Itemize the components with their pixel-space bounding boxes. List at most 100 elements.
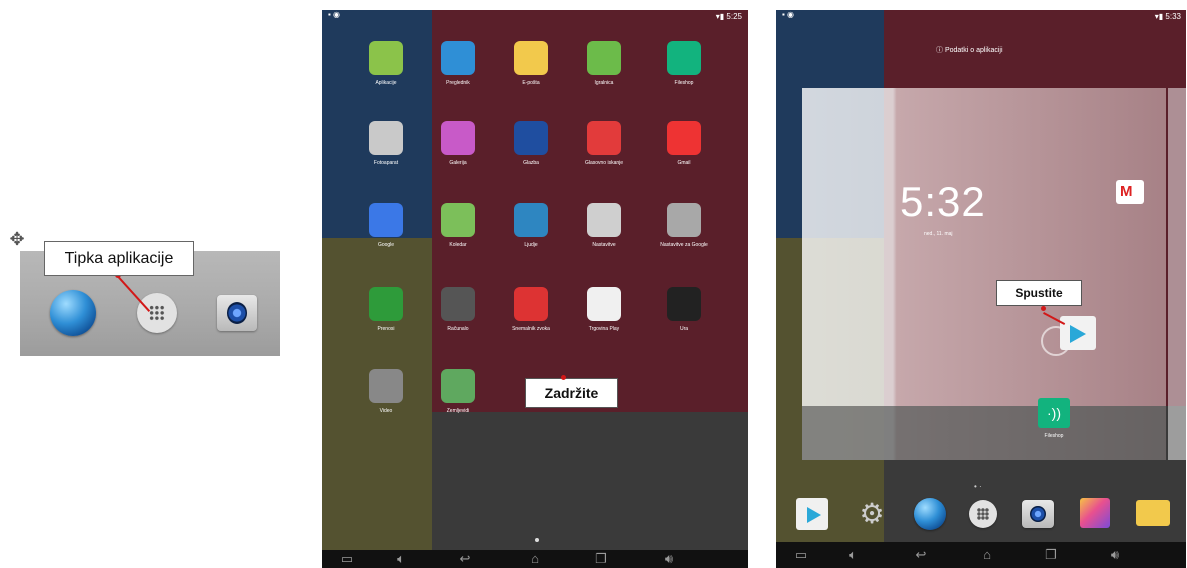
volume-down-icon[interactable]: 🔈︎ [386, 551, 416, 567]
home-screen-edit: ▪ ◉ ▾▮ 5:33 ⓘ Podatki o aplikaciji 5:32 … [776, 10, 1186, 568]
callout-dot [561, 375, 566, 380]
settings-icon[interactable] [587, 203, 621, 237]
status-time: ▾▮ 5:25 [715, 12, 742, 21]
app-label: Aplikacije [375, 80, 397, 86]
android-icon[interactable] [369, 41, 403, 75]
mic-icon[interactable] [587, 121, 621, 155]
app-label: Snemalnik zvoka [512, 326, 550, 332]
callout-dot [1041, 306, 1046, 311]
app-label: Trgovina Play [588, 326, 620, 332]
gmail-icon[interactable] [667, 121, 701, 155]
info-icon: ⓘ [936, 47, 943, 54]
clock-icon[interactable] [667, 287, 701, 321]
globe-icon[interactable] [914, 498, 946, 530]
apps-icon[interactable] [969, 500, 997, 528]
status-time: ▾▮ 5:33 [1154, 12, 1181, 21]
preview-bottom [802, 406, 1166, 460]
back-icon[interactable]: ↩ [450, 551, 480, 567]
page-indicator [535, 538, 539, 542]
app-label: Računalo [447, 326, 469, 332]
app-label: E-pošta [522, 80, 540, 86]
app-label: Gmail [677, 160, 691, 166]
play-store-icon[interactable] [1060, 316, 1096, 350]
next-page-preview [1168, 88, 1186, 460]
callout-apps-button: Tipka aplikacije [44, 241, 194, 276]
camera-icon[interactable] [217, 295, 257, 331]
volume-down-icon[interactable]: 🔈︎ [838, 547, 868, 563]
home-page-preview [802, 88, 1166, 460]
app-label: Prenosi [377, 326, 395, 332]
play-triangle [807, 507, 821, 523]
clapper-icon[interactable] [369, 369, 403, 403]
fileshop-label: Fileshop [1044, 433, 1064, 439]
notification-icons: ▪ ◉ [782, 10, 795, 19]
app-label: Ljudje [524, 242, 538, 248]
wifi-icon: ▾▮ [715, 12, 725, 21]
app-label: Galerija [449, 160, 467, 166]
globe-icon[interactable] [441, 41, 475, 75]
share-icon[interactable] [667, 41, 701, 75]
gallery-icon[interactable] [1080, 498, 1110, 528]
camera-icon[interactable] [369, 121, 403, 155]
recorder-icon[interactable] [514, 287, 548, 321]
page-indicator: • · [974, 482, 982, 491]
app-label: Nastavitve [592, 242, 616, 248]
screenshot-icon[interactable]: ▭ [332, 551, 362, 567]
google-settings-icon[interactable] [667, 203, 701, 237]
move-icon[interactable]: ✥ [6, 228, 28, 250]
app-label: Zemljevidi [446, 408, 470, 414]
app-info-label: Podatki o aplikaciji [944, 47, 1003, 54]
gmail-icon[interactable]: M [1116, 180, 1144, 204]
drop-callout: Spustite [996, 280, 1082, 306]
contacts-icon[interactable] [514, 203, 548, 237]
hold-callout: Zadržite [525, 378, 618, 408]
maps-icon[interactable] [441, 369, 475, 403]
navigation-bar: ▭ 🔈︎ ↩ ⌂ ❐ 🔊︎ [322, 550, 748, 568]
recent-apps-icon[interactable]: ❐ [1036, 547, 1066, 563]
app-label: Video [379, 408, 393, 414]
browser-icon[interactable] [50, 290, 96, 336]
home-icon[interactable]: ⌂ [972, 547, 1002, 562]
maps-icon[interactable] [441, 203, 475, 237]
camera-icon[interactable] [1022, 500, 1054, 528]
play-store-dock-icon[interactable] [796, 498, 828, 530]
back-icon[interactable]: ↩ [906, 547, 936, 563]
fileshop-icon[interactable]: ·)) [1038, 398, 1070, 428]
app-label: Ura [679, 326, 689, 332]
download-icon[interactable] [369, 287, 403, 321]
play-store-icon[interactable] [587, 287, 621, 321]
clock-widget-time: 5:32 [900, 178, 986, 225]
mail-icon[interactable] [514, 41, 548, 75]
app-label: Fileshop [674, 80, 694, 86]
app-label: Glasovno iskanje [584, 160, 624, 166]
play-triangle [1070, 325, 1086, 343]
app-drawer-screen: ▪ ◉ ▾▮ 5:25 Aplikacije Preglednik E-pošta I… [322, 10, 748, 568]
app-label: Igralnica [594, 80, 614, 86]
wifi-icon: ▾▮ [1154, 12, 1164, 21]
notification-icons: ▪ ◉ [328, 10, 341, 19]
navigation-bar: ▭ 🔈︎ ↩ ⌂ ❐ 🔊︎ [776, 542, 1186, 568]
app-label: Glazba [523, 160, 539, 166]
apps-icon[interactable] [137, 293, 177, 333]
gmail-glyph: M [1120, 183, 1133, 200]
calculator-icon[interactable] [441, 287, 475, 321]
app-label: Fotoaparat [373, 160, 399, 166]
settings-icon[interactable]: ⚙ [856, 498, 888, 530]
wallpaper-dark [432, 412, 748, 532]
app-label: Koledar [449, 242, 467, 248]
volume-up-icon[interactable]: 🔊︎ [1100, 547, 1130, 563]
app-label: Nastavitve za Google [660, 242, 708, 248]
app-info-target[interactable]: ⓘ Podatki o aplikaciji [936, 42, 1096, 60]
clock-widget-date: ned., 11. maj [924, 231, 953, 237]
mail-icon[interactable] [1136, 500, 1170, 526]
google-search-icon[interactable] [369, 203, 403, 237]
volume-up-icon[interactable]: 🔊︎ [654, 551, 684, 567]
app-label: Preglednik [446, 80, 470, 86]
recent-apps-icon[interactable]: ❐ [586, 551, 616, 567]
screenshot-icon[interactable]: ▭ [786, 547, 816, 563]
gallery-icon[interactable] [441, 121, 475, 155]
app-label: Google [377, 242, 395, 248]
home-icon[interactable]: ⌂ [520, 551, 550, 566]
gift-icon[interactable] [587, 41, 621, 75]
speaker-icon[interactable] [514, 121, 548, 155]
